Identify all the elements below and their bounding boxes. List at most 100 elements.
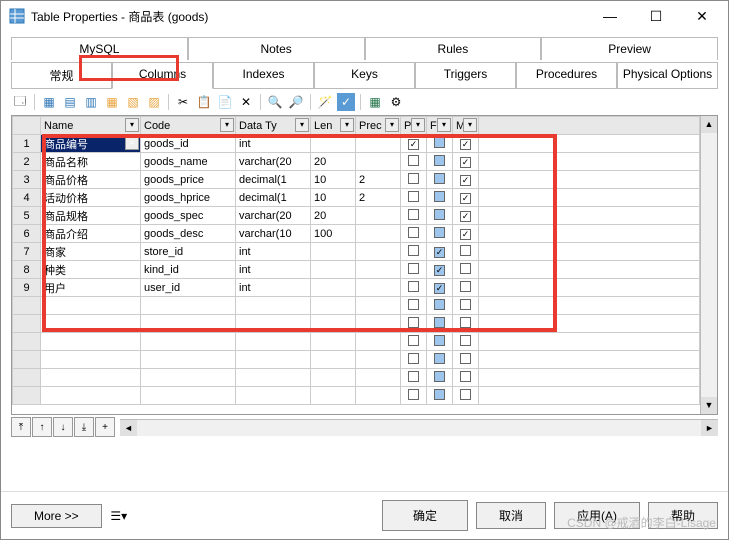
scroll-down-icon[interactable]: ▼ — [701, 397, 717, 414]
col-header[interactable]: Name▾ — [41, 117, 141, 135]
add-row-button[interactable]: + — [95, 417, 115, 437]
checkbox[interactable] — [408, 317, 419, 328]
checkbox[interactable] — [434, 335, 445, 346]
delete-icon[interactable]: ✕ — [237, 93, 255, 111]
tab-preview[interactable]: Preview — [541, 37, 718, 60]
col-header[interactable]: M▾ — [453, 117, 479, 135]
checkbox-f[interactable] — [434, 247, 445, 258]
dropdown-icon[interactable]: ▾ — [463, 118, 477, 132]
minimize-button[interactable]: — — [596, 6, 624, 26]
checkbox-p[interactable] — [408, 209, 419, 220]
dropdown-icon[interactable]: ▾ — [385, 118, 399, 132]
next-row-button[interactable]: ↓ — [53, 417, 73, 437]
checkbox-f[interactable] — [434, 283, 445, 294]
checkbox-f[interactable] — [434, 209, 445, 220]
checkbox[interactable] — [460, 389, 471, 400]
copy-icon[interactable]: 📋 — [195, 93, 213, 111]
checkbox-m[interactable] — [460, 175, 471, 186]
apply-button[interactable]: 应用(A) — [554, 502, 640, 529]
checkbox-m[interactable] — [460, 229, 471, 240]
cut-icon[interactable]: ✂ — [174, 93, 192, 111]
more-button[interactable]: More >> — [11, 504, 102, 528]
checkbox[interactable] — [460, 335, 471, 346]
table-row[interactable]: 2商品名称goods_namevarchar(2020 — [13, 153, 700, 171]
tab-mysql[interactable]: MySQL — [11, 37, 188, 60]
dropdown-icon[interactable]: ▾ — [295, 118, 309, 132]
dropdown-icon[interactable]: ▾ — [340, 118, 354, 132]
tab-physical options[interactable]: Physical Options — [617, 62, 718, 88]
table-row-empty[interactable] — [13, 387, 700, 405]
insert-row-icon[interactable]: ▦ — [40, 93, 58, 111]
checkbox-f[interactable] — [434, 265, 445, 276]
checkbox[interactable] — [460, 317, 471, 328]
paste-icon[interactable]: 📄 — [216, 93, 234, 111]
tab-indexes[interactable]: Indexes — [213, 62, 314, 88]
table-row-empty[interactable] — [13, 297, 700, 315]
col-header[interactable]: Code▾ — [141, 117, 236, 135]
dropdown-icon[interactable]: ▾ — [220, 118, 234, 132]
table-row-empty[interactable] — [13, 333, 700, 351]
checkbox-f[interactable] — [434, 173, 445, 184]
horizontal-scrollbar[interactable]: ◄ ► — [120, 419, 718, 436]
checkbox-p[interactable] — [408, 227, 419, 238]
checkbox-f[interactable] — [434, 191, 445, 202]
prev-row-button[interactable]: ↑ — [32, 417, 52, 437]
col-header[interactable] — [13, 117, 41, 135]
checkbox[interactable] — [408, 389, 419, 400]
vertical-scrollbar[interactable]: ▲ ▼ — [700, 116, 717, 414]
checkbox-p[interactable] — [408, 191, 419, 202]
properties-icon[interactable]: 🗔 — [11, 93, 29, 111]
table-row[interactable]: 9用户user_idint — [13, 279, 700, 297]
checkbox[interactable] — [408, 299, 419, 310]
checkbox-m[interactable] — [460, 281, 471, 292]
close-button[interactable]: ✕ — [688, 6, 716, 26]
col-header[interactable]: P▾ — [401, 117, 427, 135]
table-row-empty[interactable] — [13, 315, 700, 333]
scroll-left-icon[interactable]: ◄ — [120, 420, 137, 436]
check-icon[interactable]: ✓ — [337, 93, 355, 111]
columns-icon[interactable]: ▧ — [124, 93, 142, 111]
wand-icon[interactable]: 🪄 — [316, 93, 334, 111]
ok-button[interactable]: 确定 — [382, 500, 468, 531]
dropdown-icon[interactable]: ▾ — [437, 118, 451, 132]
filter-icon[interactable]: ▨ — [145, 93, 163, 111]
cancel-button[interactable]: 取消 — [476, 502, 546, 529]
table-row[interactable]: 8种类kind_idint — [13, 261, 700, 279]
checkbox[interactable] — [434, 353, 445, 364]
checkbox-f[interactable] — [434, 137, 445, 148]
checkbox[interactable] — [460, 371, 471, 382]
tab-columns[interactable]: Columns — [112, 62, 213, 89]
dropdown-icon[interactable]: = — [125, 136, 139, 150]
table-row[interactable]: 4活动价格goods_hpricedecimal(1102 — [13, 189, 700, 207]
table-row-empty[interactable] — [13, 351, 700, 369]
find-icon[interactable]: 🔍 — [266, 93, 284, 111]
checkbox-p[interactable] — [408, 245, 419, 256]
dropdown-icon[interactable]: ▾ — [125, 118, 139, 132]
checkbox[interactable] — [460, 299, 471, 310]
checkbox[interactable] — [408, 335, 419, 346]
table-icon-2[interactable]: ▥ — [82, 93, 100, 111]
checkbox-f[interactable] — [434, 227, 445, 238]
checkbox[interactable] — [408, 353, 419, 364]
tab-triggers[interactable]: Triggers — [415, 62, 516, 88]
checkbox[interactable] — [408, 371, 419, 382]
checkbox-p[interactable] — [408, 139, 419, 150]
checkbox-m[interactable] — [460, 211, 471, 222]
checkbox-p[interactable] — [408, 263, 419, 274]
tab-rules[interactable]: Rules — [365, 37, 542, 60]
checkbox[interactable] — [434, 371, 445, 382]
customize-icon[interactable]: ⚙ — [387, 93, 405, 111]
col-header[interactable]: F▾ — [427, 117, 453, 135]
tab-procedures[interactable]: Procedures — [516, 62, 617, 88]
checkbox-p[interactable] — [408, 173, 419, 184]
checkbox-m[interactable] — [460, 263, 471, 274]
checkbox-m[interactable] — [460, 139, 471, 150]
scroll-right-icon[interactable]: ► — [701, 420, 718, 436]
table-row[interactable]: 5商品规格goods_specvarchar(2020 — [13, 207, 700, 225]
checkbox[interactable] — [434, 299, 445, 310]
first-row-button[interactable]: ⤒ — [11, 417, 31, 437]
checkbox[interactable] — [434, 317, 445, 328]
tab-常规[interactable]: 常规 — [11, 62, 112, 88]
replace-icon[interactable]: 🔎 — [287, 93, 305, 111]
col-header[interactable]: Prec▾ — [356, 117, 401, 135]
